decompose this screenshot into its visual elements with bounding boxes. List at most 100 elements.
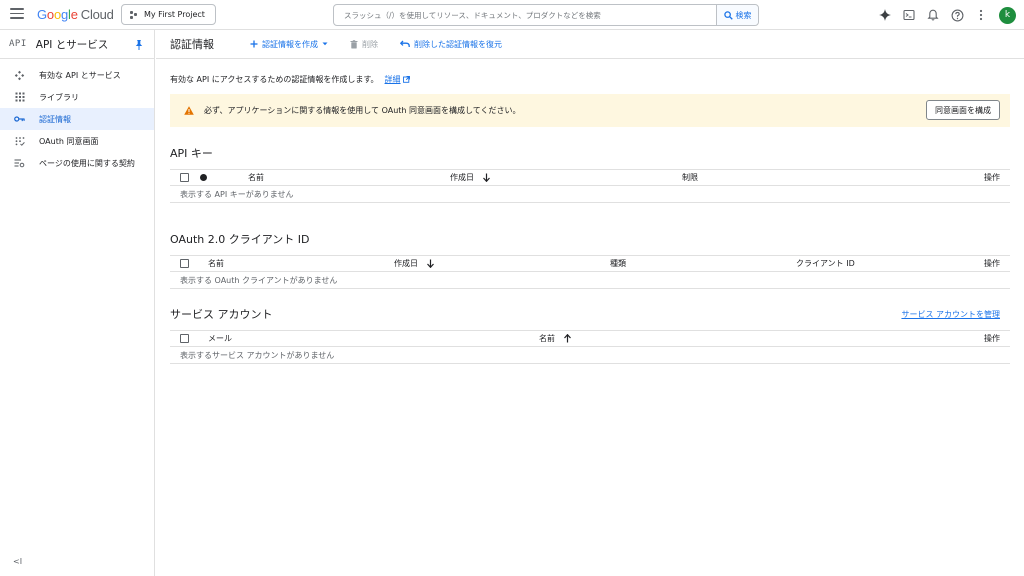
logo-letter: G [37, 7, 47, 22]
column-label: 種類 [610, 259, 626, 268]
learn-more-label: 詳細 [384, 75, 401, 84]
column-label: 作成日 [394, 259, 418, 268]
gemini-icon[interactable] [873, 3, 897, 27]
select-all-checkbox[interactable] [180, 259, 189, 268]
column-label: クライアント ID [796, 259, 855, 268]
logo-letter: g [60, 7, 69, 22]
pin-icon[interactable] [134, 39, 144, 51]
search-input[interactable] [334, 5, 716, 25]
oauth-section-title: OAuth 2.0 クライアント ID [170, 233, 310, 246]
search-button-label: 検索 [735, 10, 752, 20]
sort-down-arrow-icon [482, 173, 490, 182]
table-row: 表示する API キーがありません [170, 185, 1010, 203]
logo-letter: o [53, 7, 61, 22]
sidebar-item-library[interactable]: ライブラリ [0, 86, 154, 108]
main-content: 有効な API にアクセスするための認証情報を作成します。 詳細 必ず、アプリケ… [170, 59, 1010, 364]
sidebar-header: API API とサービス [0, 30, 154, 59]
create-credentials-button[interactable]: 認証情報を作成 [250, 39, 328, 50]
learn-more-link[interactable]: 詳細 [385, 74, 410, 85]
logo-cloud-text: Cloud [80, 7, 114, 22]
sidebar-item-label: ページの使用に関する契約 [39, 158, 135, 168]
oauth-warning-banner: 必ず、アプリケーションに関する情報を使用して OAuth 同意画面を構成してくだ… [170, 94, 1010, 127]
sidebar-item-label: OAuth 同意画面 [39, 136, 99, 146]
column-label: メール [208, 334, 232, 343]
sidebar: API API とサービス 有効な API とサービス ライブラリ 認証情報 O… [0, 30, 155, 576]
column-name[interactable]: 名前 [539, 330, 798, 347]
column-label: 名前 [248, 173, 264, 182]
column-email[interactable]: メール [208, 330, 539, 347]
account-avatar[interactable]: k [999, 6, 1016, 24]
sidebar-nav: 有効な API とサービス ライブラリ 認証情報 OAuth 同意画面 ページの… [0, 59, 154, 174]
search-bar: 検索 [333, 4, 759, 26]
help-icon[interactable] [945, 3, 969, 27]
delete-button[interactable]: 削除 [350, 39, 378, 50]
logo-letter: o [46, 7, 54, 22]
table-header-row: 名前 作成日 種類 クライアント ID 操作 [170, 255, 1010, 272]
collapse-sidebar-icon[interactable]: <I [13, 557, 22, 566]
column-name[interactable]: 名前 [248, 169, 450, 186]
oauth-consent-icon [14, 136, 25, 147]
column-created[interactable]: 作成日 [394, 255, 610, 272]
sort-up-arrow-icon [563, 334, 571, 343]
create-credentials-label: 認証情報を作成 [262, 39, 318, 49]
column-actions: 操作 [946, 255, 1010, 272]
empty-message: 表示する OAuth クライアントがありません [170, 271, 1010, 289]
column-label: 操作 [984, 259, 1000, 268]
sidebar-item-oauth-consent[interactable]: OAuth 同意画面 [0, 130, 154, 152]
configure-consent-screen-button[interactable]: 同意画面を構成 [926, 100, 1000, 120]
sort-down-arrow-icon [426, 259, 434, 268]
select-all-checkbox[interactable] [180, 173, 189, 182]
select-all-checkbox[interactable] [180, 334, 189, 343]
service-accounts-header: サービス アカウント サービス アカウントを管理 [170, 306, 1010, 322]
library-grid-icon [14, 92, 25, 103]
column-restrictions: 制限 [682, 169, 882, 186]
manage-service-accounts-link[interactable]: サービス アカウントを管理 [901, 309, 1000, 320]
sidebar-title: API とサービス [35, 38, 109, 51]
column-label: 制限 [682, 173, 698, 182]
undo-icon [400, 40, 410, 47]
api-product-icon: API [9, 39, 27, 49]
key-icon [14, 114, 25, 125]
service-accounts-section-title: サービス アカウント [170, 308, 273, 321]
api-diamond-icon [14, 70, 25, 81]
top-actions: k [873, 0, 1024, 30]
top-bar: GoogleCloud My First Project 検索 k [0, 0, 1024, 30]
plus-icon [250, 40, 258, 48]
empty-message: 表示するサービス アカウントがありません [170, 346, 1010, 364]
cloud-shell-icon[interactable] [897, 3, 921, 27]
column-created[interactable]: 作成日 [450, 169, 682, 186]
main-menu-icon[interactable] [10, 8, 24, 22]
column-label: 名前 [539, 334, 555, 343]
table-header-row: 名前 作成日 制限 操作 [170, 169, 1010, 186]
search-button[interactable]: 検索 [716, 5, 758, 25]
more-vert-icon[interactable] [969, 3, 993, 27]
table-row: 表示する OAuth クライアントがありません [170, 271, 1010, 289]
settings-list-icon [14, 158, 25, 169]
sidebar-item-page-usage-agreements[interactable]: ページの使用に関する契約 [0, 152, 154, 174]
project-icon [130, 10, 138, 19]
open-in-new-icon [402, 76, 410, 83]
notifications-bell-icon[interactable] [921, 3, 945, 27]
logo-letter: e [70, 7, 78, 22]
intro-text: 有効な API にアクセスするための認証情報を作成します。 詳細 [170, 74, 1010, 85]
api-keys-table: 名前 作成日 制限 操作 表示する API キーがありません [170, 169, 1010, 203]
sidebar-item-credentials[interactable]: 認証情報 [0, 108, 154, 130]
intro-description: 有効な API にアクセスするための認証情報を作成します。 [170, 75, 379, 84]
table-header-row: メール 名前 操作 [170, 330, 1010, 347]
column-label: 名前 [208, 259, 224, 268]
sidebar-item-label: ライブラリ [39, 92, 79, 102]
column-type: 種類 [610, 255, 796, 272]
table-row: 表示するサービス アカウントがありません [170, 346, 1010, 364]
status-dot-icon [200, 174, 207, 181]
sidebar-item-label: 有効な API とサービス [39, 70, 121, 80]
restore-deleted-credentials-button[interactable]: 削除した認証情報を復元 [400, 39, 502, 50]
oauth-clients-table: 名前 作成日 種類 クライアント ID 操作 表示する OAuth クライアント… [170, 255, 1010, 289]
column-name[interactable]: 名前 [208, 255, 394, 272]
column-client-id: クライアント ID [796, 255, 946, 272]
sidebar-item-enabled-apis[interactable]: 有効な API とサービス [0, 64, 154, 86]
google-cloud-logo[interactable]: Google Cloud [37, 7, 114, 22]
project-picker-button[interactable]: My First Project [121, 4, 216, 25]
column-label: 操作 [984, 173, 1000, 182]
api-keys-section-title: API キー [170, 147, 213, 160]
dropdown-arrow-icon [322, 42, 328, 46]
